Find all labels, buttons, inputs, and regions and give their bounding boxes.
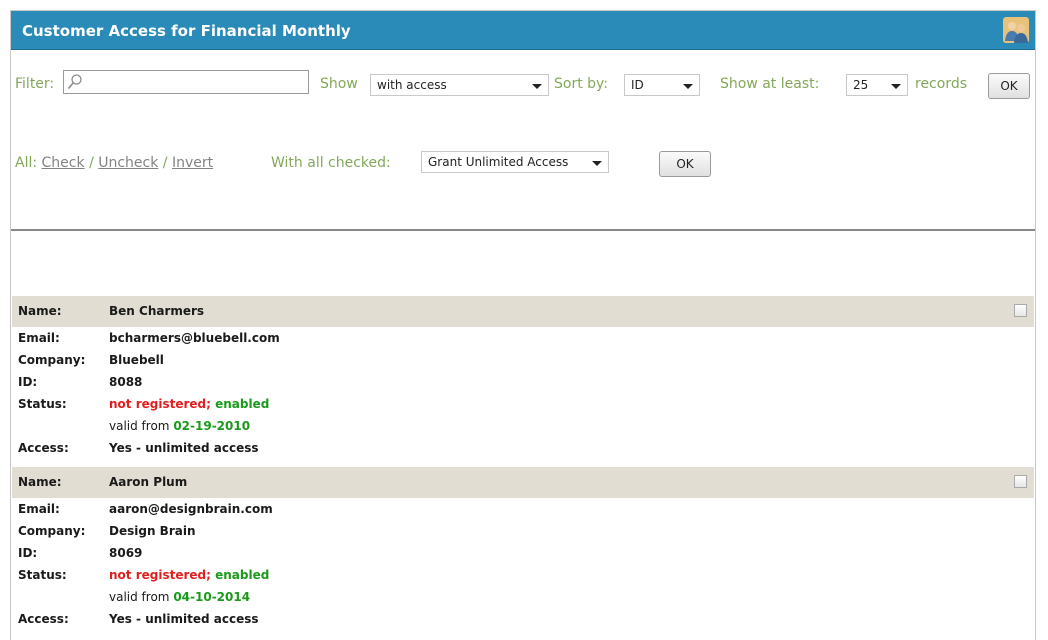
company-label: Company: xyxy=(18,524,86,538)
sort-label: Sort by: xyxy=(554,76,609,92)
with-all-checked-label: With all checked: xyxy=(271,155,391,171)
show-select[interactable]: with access xyxy=(370,74,549,96)
access-label: Access: xyxy=(18,441,69,455)
all-label: All: xyxy=(15,155,38,171)
company-row: Company: Design Brain xyxy=(12,522,1012,542)
record-header: Name: Aaron Plum xyxy=(12,467,1034,498)
valid-from-label: valid from xyxy=(109,419,170,433)
customer-name: Aaron Plum xyxy=(109,475,188,489)
status-value: not registered; enabled xyxy=(109,568,269,582)
record-select-checkbox[interactable] xyxy=(1014,475,1027,488)
show-label: Show xyxy=(320,76,358,92)
record-select-checkbox[interactable] xyxy=(1014,304,1027,317)
customer-access-panel: Customer Access for Financial Monthly Fi… xyxy=(10,10,1036,640)
access-label: Access: xyxy=(18,612,69,626)
status-value: not registered; enabled xyxy=(109,397,269,411)
email-value: bcharmers@bluebell.com xyxy=(109,331,280,345)
id-value: 8088 xyxy=(109,375,143,389)
divider xyxy=(11,229,1035,231)
separator: / xyxy=(162,155,168,171)
separator: / xyxy=(89,155,94,171)
customer-name: Ben Charmers xyxy=(109,304,205,318)
access-value: Yes - unlimited access xyxy=(109,612,259,626)
valid-from-date: 02-19-2010 xyxy=(173,419,251,433)
enabled-status: enabled xyxy=(215,568,270,582)
chevron-down-icon xyxy=(891,84,901,89)
bulk-action-value: Grant Unlimited Access xyxy=(428,155,569,169)
registration-status: not registered; xyxy=(109,568,211,582)
invert-selection-link[interactable]: Invert xyxy=(172,155,213,171)
valid-from-label: valid from xyxy=(109,590,170,604)
status-label: Status: xyxy=(18,568,67,582)
chevron-down-icon xyxy=(532,84,542,89)
apply-filter-ok-button[interactable]: OK xyxy=(988,73,1030,99)
uncheck-all-link[interactable]: Uncheck xyxy=(98,155,158,171)
email-label: Email: xyxy=(18,502,60,516)
show-at-least-label: Show at least: xyxy=(720,76,820,92)
filter-label: Filter: xyxy=(15,76,55,92)
valid-from-row: valid from 02-19-2010 xyxy=(12,417,1012,437)
show-select-value: with access xyxy=(377,78,447,92)
apply-bulk-ok-button[interactable]: OK xyxy=(659,151,711,177)
check-all-link[interactable]: Check xyxy=(42,155,85,171)
customer-record: Name: Ben Charmers Email: bcharmers@blue… xyxy=(12,296,1034,462)
company-row: Company: Bluebell xyxy=(12,351,1012,371)
search-icon xyxy=(67,74,82,90)
sort-select-value: ID xyxy=(631,78,644,92)
status-row: Status: not registered; enabled xyxy=(12,566,1012,586)
enabled-status: enabled xyxy=(215,397,270,411)
email-row: Email: bcharmers@bluebell.com xyxy=(12,329,1012,349)
id-label: ID: xyxy=(18,375,38,389)
chevron-down-icon xyxy=(683,84,693,89)
id-value: 8069 xyxy=(109,546,143,560)
bulk-action-select[interactable]: Grant Unlimited Access xyxy=(421,151,609,173)
chevron-down-icon xyxy=(592,161,602,166)
valid-from: valid from 02-19-2010 xyxy=(109,419,250,433)
name-label: Name: xyxy=(18,475,62,489)
status-label: Status: xyxy=(18,397,67,411)
company-value: Bluebell xyxy=(109,353,164,367)
valid-from-row: valid from 04-10-2014 xyxy=(12,588,1012,608)
company-label: Company: xyxy=(18,353,86,367)
sort-select[interactable]: ID xyxy=(624,74,700,96)
valid-from-date: 04-10-2014 xyxy=(173,590,251,604)
access-row: Access: Yes - unlimited access xyxy=(12,610,1012,630)
bulk-all-group: All: Check / Uncheck / Invert xyxy=(15,155,213,171)
access-row: Access: Yes - unlimited access xyxy=(12,439,1012,459)
records-label: records xyxy=(915,76,968,92)
valid-from: valid from 04-10-2014 xyxy=(109,590,250,604)
status-row: Status: not registered; enabled xyxy=(12,395,1012,415)
access-value: Yes - unlimited access xyxy=(109,441,259,455)
id-row: ID: 8069 xyxy=(12,544,1012,564)
page-title: Customer Access for Financial Monthly xyxy=(22,22,351,40)
users-icon xyxy=(1003,17,1029,43)
records-count-select[interactable]: 25 xyxy=(846,74,908,96)
customer-record: Name: Aaron Plum Email: aaron@designbrai… xyxy=(12,467,1034,640)
email-label: Email: xyxy=(18,331,60,345)
id-label: ID: xyxy=(18,546,38,560)
record-header: Name: Ben Charmers xyxy=(12,296,1034,327)
registration-status: not registered; xyxy=(109,397,211,411)
id-row: ID: 8088 xyxy=(12,373,1012,393)
company-value: Design Brain xyxy=(109,524,196,538)
records-count-value: 25 xyxy=(853,78,869,92)
name-label: Name: xyxy=(18,304,62,318)
filter-input[interactable] xyxy=(63,70,309,94)
email-value: aaron@designbrain.com xyxy=(109,502,273,516)
email-row: Email: aaron@designbrain.com xyxy=(12,500,1012,520)
title-bar: Customer Access for Financial Monthly xyxy=(11,11,1035,50)
